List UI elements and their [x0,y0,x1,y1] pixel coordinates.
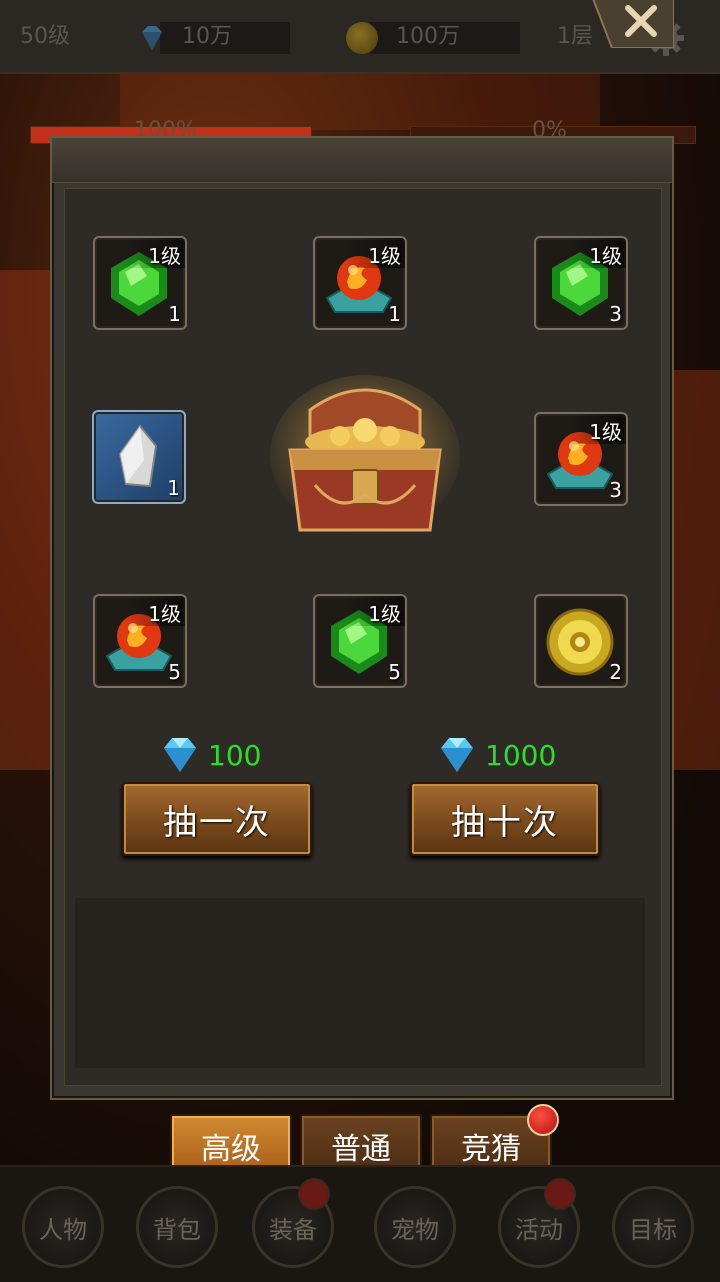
nav-character[interactable]: 人物 [22,1186,104,1268]
diamond-count: 10万 [182,24,232,49]
notification-badge [298,1178,330,1210]
item-count: 5 [168,660,181,684]
draw-result-area [75,898,645,1068]
item-count: 3 [609,302,622,326]
notification-badge [544,1178,576,1210]
draw-once-button[interactable]: 抽一次 [122,782,312,856]
draw-once-cost: 100 [160,735,261,775]
reward-item-slot[interactable]: 1级 1 [93,236,187,330]
gold-coin-icon [346,22,378,54]
diamond-icon [142,26,162,50]
item-count: 5 [388,660,401,684]
item-count: 1 [388,302,401,326]
item-level: 1级 [589,244,622,268]
nav-goal[interactable]: 目标 [612,1186,694,1268]
reward-item-slot[interactable]: 1级 5 [93,594,187,688]
close-icon[interactable] [582,0,674,48]
dialog-header [52,138,672,183]
item-count: 3 [609,478,622,502]
item-level: 1级 [368,602,401,626]
draw-once-cost-value: 100 [208,738,262,772]
notification-badge [527,1104,559,1136]
reward-item-slot[interactable]: 1级 3 [534,412,628,506]
reward-item-slot[interactable]: 1级 1 [313,236,407,330]
item-level: 1级 [589,420,622,444]
draw-ten-cost: 1000 [437,735,556,775]
draw-ten-button[interactable]: 抽十次 [410,782,600,856]
item-level: 1级 [368,244,401,268]
gold-count: 100万 [396,24,460,49]
item-count: 2 [609,660,622,684]
item-level: 1级 [148,602,181,626]
item-count: 1 [168,302,181,326]
reward-item-slot[interactable]: 1级 3 [534,236,628,330]
player-level: 50级 [20,24,70,49]
item-level: 1级 [148,244,181,268]
diamond-icon [164,738,196,772]
treasure-chest-icon [270,375,460,535]
reward-item-slot[interactable]: 2 [534,594,628,688]
nav-pet[interactable]: 宠物 [374,1186,456,1268]
diamond-icon [441,738,473,772]
nav-bag[interactable]: 背包 [136,1186,218,1268]
draw-ten-cost-value: 1000 [485,738,557,772]
reward-item-slot[interactable]: 1 [92,410,186,504]
item-count: 1 [167,476,180,500]
reward-item-slot[interactable]: 1级 5 [313,594,407,688]
